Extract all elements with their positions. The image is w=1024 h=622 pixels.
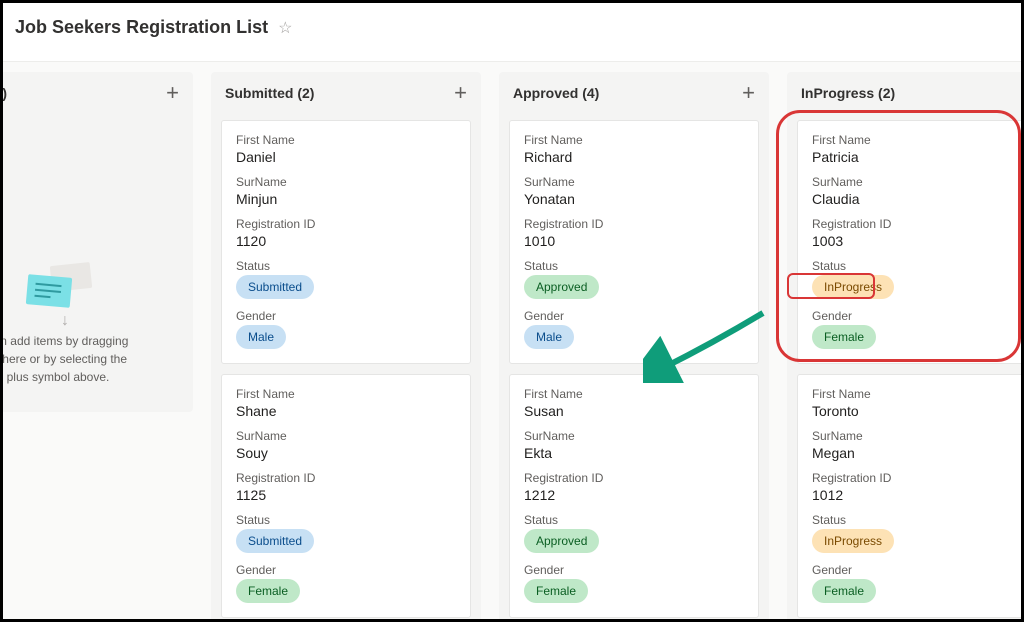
- kanban-board: d items (0) + ↓ can add items by draggin…: [0, 61, 1021, 619]
- add-card-button[interactable]: +: [742, 82, 755, 104]
- field-label: Status: [236, 259, 456, 273]
- registration-id: 1012: [812, 487, 1024, 503]
- list-item[interactable]: First Name Toronto SurName Megan Registrat…: [797, 374, 1024, 618]
- status-badge: Approved: [524, 529, 599, 553]
- field-label: Status: [524, 259, 744, 273]
- field-label: First Name: [812, 133, 1024, 147]
- sur-name: Megan: [812, 445, 1024, 461]
- field-label: SurName: [524, 429, 744, 443]
- registration-id: 1010: [524, 233, 744, 249]
- list-item[interactable]: First Name Daniel SurName Minjun Registrat…: [221, 120, 471, 364]
- field-label: Status: [524, 513, 744, 527]
- first-name: Daniel: [236, 149, 456, 165]
- field-label: First Name: [236, 387, 456, 401]
- field-label: Gender: [812, 563, 1024, 577]
- column-title: InProgress (2): [801, 85, 895, 101]
- column-approved: Approved (4) + First Name Richard SurName…: [499, 72, 769, 622]
- gender-badge: Male: [236, 325, 286, 349]
- registration-id: 1003: [812, 233, 1024, 249]
- column-submitted: Submitted (2) + First Name Daniel SurName…: [211, 72, 481, 622]
- field-label: First Name: [812, 387, 1024, 401]
- field-label: SurName: [236, 175, 456, 189]
- empty-illustration: ↓: [0, 114, 183, 314]
- sur-name: Souy: [236, 445, 456, 461]
- registration-id: 1212: [524, 487, 744, 503]
- gender-badge: Female: [236, 579, 300, 603]
- sur-name: Claudia: [812, 191, 1024, 207]
- first-name: Richard: [524, 149, 744, 165]
- field-label: Registration ID: [524, 471, 744, 485]
- empty-hint: can add items by dragging m here or by s…: [0, 324, 183, 402]
- add-card-button[interactable]: +: [454, 82, 467, 104]
- field-label: First Name: [524, 387, 744, 401]
- sur-name: Ekta: [524, 445, 744, 461]
- field-label: Registration ID: [236, 471, 456, 485]
- status-badge: Submitted: [236, 275, 314, 299]
- field-label: Status: [812, 513, 1024, 527]
- list-item[interactable]: First Name Richard SurName Yonatan Registr…: [509, 120, 759, 364]
- column-title: Submitted (2): [225, 85, 314, 101]
- column-inprogress: InProgress (2) + First NamePatricia SurN…: [787, 72, 1024, 622]
- add-card-button[interactable]: +: [166, 82, 179, 104]
- sur-name: Yonatan: [524, 191, 744, 207]
- status-badge: InProgress: [812, 529, 894, 553]
- gender-badge: Female: [812, 579, 876, 603]
- status-badge: Submitted: [236, 529, 314, 553]
- first-name: Toronto: [812, 403, 1024, 419]
- field-label: Registration ID: [812, 471, 1024, 485]
- first-name: Susan: [524, 403, 744, 419]
- status-badge: Approved: [524, 275, 599, 299]
- gender-badge: Female: [812, 325, 876, 349]
- field-label: Gender: [236, 309, 456, 323]
- field-label: Status: [236, 513, 456, 527]
- page-title: Job Seekers Registration List: [15, 17, 268, 38]
- field-label: Status: [812, 259, 1024, 273]
- registration-id: 1120: [236, 233, 456, 249]
- field-label: First Name: [236, 133, 456, 147]
- field-label: SurName: [812, 175, 1024, 189]
- field-label: Gender: [812, 309, 1024, 323]
- field-label: Registration ID: [236, 217, 456, 231]
- sur-name: Minjun: [236, 191, 456, 207]
- column-title: d items (0): [0, 85, 7, 101]
- status-badge: InProgress: [812, 275, 894, 299]
- column-title: Approved (4): [513, 85, 599, 101]
- list-item[interactable]: First Name Patricia SurName Claudia Regist…: [797, 120, 1024, 364]
- field-label: Gender: [236, 563, 456, 577]
- list-item[interactable]: First Name Susan SurName Ekta Registration…: [509, 374, 759, 618]
- field-label: SurName: [812, 429, 1024, 443]
- field-label: Registration ID: [812, 217, 1024, 231]
- field-label: Registration ID: [524, 217, 744, 231]
- column-uncategorized: d items (0) + ↓ can add items by draggin…: [0, 72, 193, 412]
- first-name: Shane: [236, 403, 456, 419]
- gender-badge: Female: [524, 579, 588, 603]
- list-item[interactable]: First Name Shane SurName Souy Registration…: [221, 374, 471, 618]
- field-label: First Name: [524, 133, 744, 147]
- registration-id: 1125: [236, 487, 456, 503]
- favorite-star-icon[interactable]: ☆: [278, 18, 292, 38]
- field-label: SurName: [236, 429, 456, 443]
- field-label: Gender: [524, 309, 744, 323]
- field-label: Gender: [524, 563, 744, 577]
- gender-badge: Male: [524, 325, 574, 349]
- first-name: Patricia: [812, 149, 1024, 165]
- field-label: SurName: [524, 175, 744, 189]
